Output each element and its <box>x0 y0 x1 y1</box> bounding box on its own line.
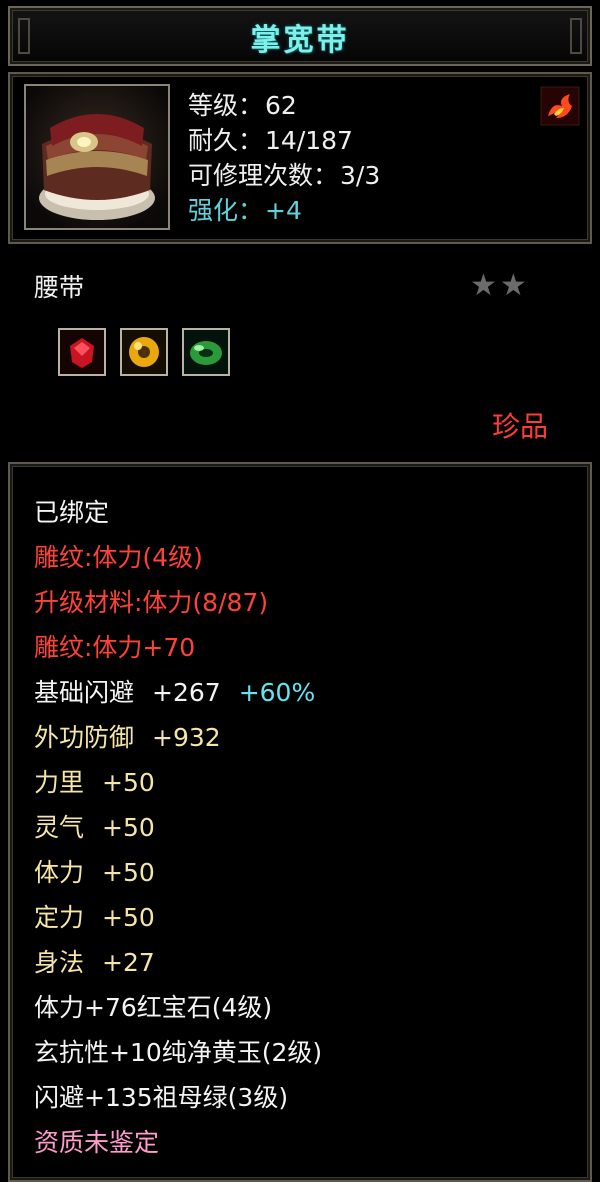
title-bar: 掌宽带 <box>8 6 592 66</box>
enhance-label: 强化： <box>188 196 264 225</box>
repair-count-row: 可修理次数：3/3 <box>188 158 380 193</box>
ruby-gem-icon[interactable] <box>58 328 106 376</box>
item-stats: 等级：62 耐久：14/187 可修理次数：3/3 强化：+4 <box>188 88 380 228</box>
spirit-label: 灵气 <box>34 813 85 842</box>
quality-status: 资质未鉴定 <box>34 1128 160 1157</box>
strength-label: 力里 <box>34 768 85 797</box>
bound-status: 已绑定 <box>34 498 110 527</box>
level-row: 等级：62 <box>188 88 380 123</box>
dodge-value: +267 <box>152 678 221 707</box>
stamina-stat: 体力 +50 <box>34 850 322 895</box>
agility-stat: 身法 +27 <box>34 940 322 985</box>
focus-label: 定力 <box>34 903 85 932</box>
strength-stat: 力里 +50 <box>34 760 322 805</box>
star-rating: ★★ <box>470 268 530 303</box>
enhance-row: 强化：+4 <box>188 193 380 228</box>
dodge-stat: 基础闪避 +267 +60% <box>34 670 322 715</box>
level-label: 等级： <box>188 91 264 120</box>
item-name: 掌宽带 <box>250 23 350 58</box>
emerald-icon[interactable] <box>182 328 230 376</box>
belt-icon[interactable] <box>24 84 170 230</box>
engrave-bonus: 雕纹:体力+70 <box>34 633 196 662</box>
repair-count-label: 可修理次数： <box>188 161 339 190</box>
attribute-list: 已绑定 雕纹:体力(4级) 升级材料:体力(8/87) 雕纹:体力+70 基础闪… <box>34 490 322 1165</box>
yellow-jade-icon[interactable] <box>120 328 168 376</box>
spirit-stat: 灵气 +50 <box>34 805 322 850</box>
defense-value: +932 <box>152 723 221 752</box>
engrave-level: 雕纹:体力(4级) <box>34 543 203 572</box>
spirit-value: +50 <box>102 813 155 842</box>
attributes-panel: 已绑定 雕纹:体力(4级) 升级材料:体力(8/87) 雕纹:体力+70 基础闪… <box>8 462 592 1182</box>
dodge-label: 基础闪避 <box>34 678 135 707</box>
durability-value: 14/187 <box>265 126 353 155</box>
focus-stat: 定力 +50 <box>34 895 322 940</box>
agility-value: +27 <box>102 948 155 977</box>
enhance-value: +4 <box>265 196 302 225</box>
stamina-label: 体力 <box>34 858 85 887</box>
defense-label: 外功防御 <box>34 723 135 752</box>
gem-bonus-ruby: 体力+76红宝石(4级) <box>34 993 273 1022</box>
flame-icon <box>540 86 580 126</box>
repair-count-value: 3/3 <box>340 161 381 190</box>
upgrade-material: 升级材料:体力(8/87) <box>34 588 269 617</box>
defense-stat: 外功防御 +932 <box>34 715 322 760</box>
stamina-value: +50 <box>102 858 155 887</box>
durability-label: 耐久： <box>188 126 264 155</box>
focus-value: +50 <box>102 903 155 932</box>
gem-bonus-topaz: 玄抗性+10纯净黄玉(2级) <box>34 1038 323 1067</box>
agility-label: 身法 <box>34 948 85 977</box>
strength-value: +50 <box>102 768 155 797</box>
item-header: 等级：62 耐久：14/187 可修理次数：3/3 强化：+4 <box>8 72 592 244</box>
dodge-bonus: +60% <box>238 678 316 707</box>
gem-bonus-emerald: 闪避+135祖母绿(3级) <box>34 1083 289 1112</box>
durability-row: 耐久：14/187 <box>188 123 380 158</box>
level-value: 62 <box>265 91 297 120</box>
item-type: 腰带 <box>34 273 85 302</box>
rarity-label: 珍品 <box>492 410 549 443</box>
